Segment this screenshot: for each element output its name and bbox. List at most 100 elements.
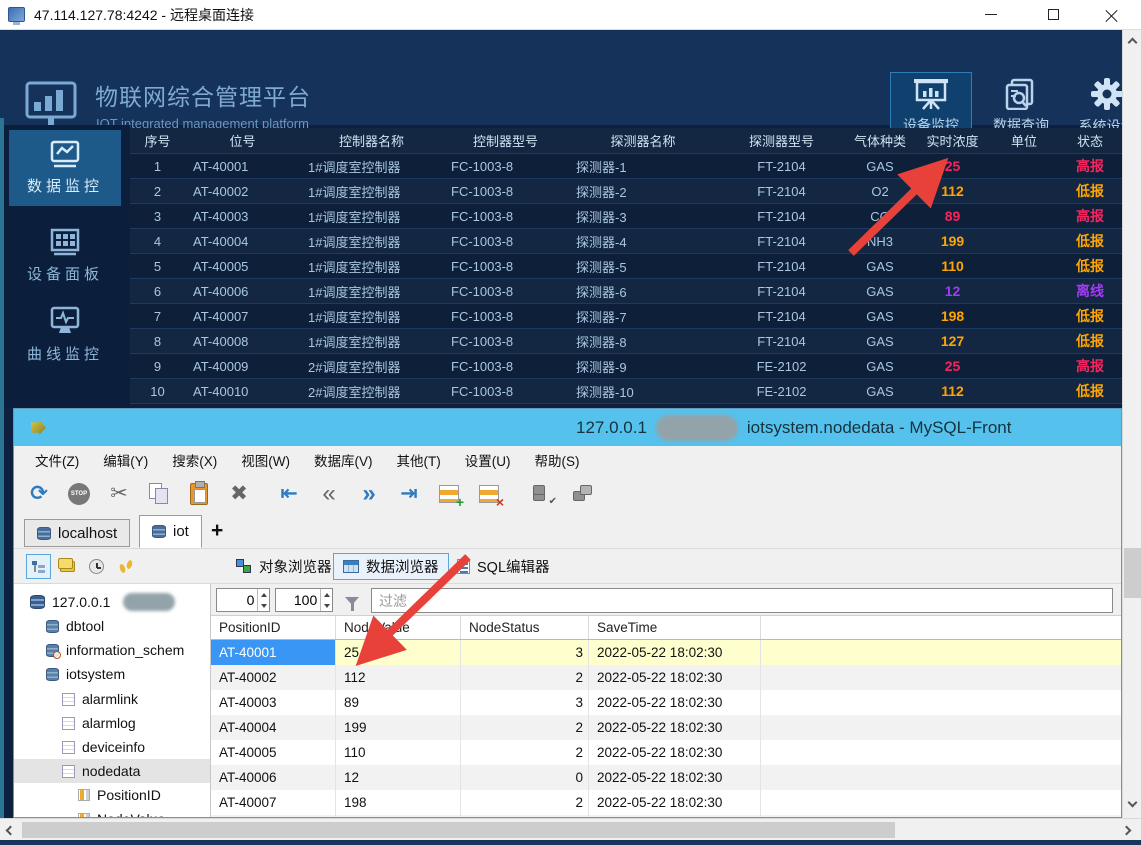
new-tab-button[interactable]: + bbox=[211, 519, 223, 543]
grid-cell-nodevalue[interactable]: 198 bbox=[336, 790, 461, 815]
grid-cell-nodevalue[interactable]: 89 bbox=[336, 690, 461, 715]
grid-cell-nodevalue[interactable]: 12 bbox=[336, 765, 461, 790]
cut-icon[interactable]: ✂ bbox=[106, 481, 132, 507]
table-row[interactable]: 8 AT-40008 1#调度室控制器 FC-1003-8 探测器-8 FT-2104 GA… bbox=[130, 329, 1122, 354]
menu-help[interactable]: 帮助(S) bbox=[523, 447, 590, 473]
first-record-icon[interactable]: ⇤ bbox=[276, 481, 302, 507]
last-record-icon[interactable]: ⇥ bbox=[396, 481, 422, 507]
maximize-button[interactable] bbox=[1033, 0, 1073, 29]
grid-cell-positionid[interactable]: AT-40003 bbox=[211, 690, 336, 715]
grid-col-header[interactable]: NodeStatus bbox=[461, 616, 589, 639]
tab-iot[interactable]: iot bbox=[139, 515, 202, 548]
scroll-left-button[interactable] bbox=[2, 822, 18, 838]
grid-cell-positionid[interactable]: AT-40002 bbox=[211, 665, 336, 690]
mysql-titlebar[interactable]: 127.0.0.1 iotsystem.nodedata - MySQL-Fro… bbox=[14, 409, 1121, 446]
tree-view-button[interactable] bbox=[26, 554, 51, 579]
grid-col-header[interactable]: NodeValue bbox=[336, 616, 461, 639]
table-row[interactable]: 4 AT-40004 1#调度室控制器 FC-1003-8 探测器-4 FT-2104 NH… bbox=[130, 229, 1122, 254]
post-changes-icon[interactable]: ✔ bbox=[530, 481, 557, 507]
horizontal-scrollbar[interactable] bbox=[0, 818, 1141, 840]
tree-item-deviceinfo[interactable]: deviceinfo bbox=[14, 735, 210, 759]
table-row[interactable]: 3 AT-40003 1#调度室控制器 FC-1003-8 探测器-3 FT-2104 CO… bbox=[130, 204, 1122, 229]
offset-input[interactable] bbox=[217, 589, 258, 611]
menu-database[interactable]: 数据库(V) bbox=[303, 447, 384, 473]
grid-row[interactable]: AT-40005 110 2 2022-05-22 18:02:30 bbox=[211, 740, 1121, 765]
sidebar-item-device-panel[interactable]: 设备面板 bbox=[9, 218, 121, 294]
grid-cell-savetime[interactable]: 2022-05-22 18:02:30 bbox=[589, 715, 761, 740]
insert-row-icon[interactable]: + bbox=[436, 481, 464, 509]
limit-spinner[interactable] bbox=[275, 588, 333, 612]
menu-other[interactable]: 其他(T) bbox=[385, 447, 451, 473]
tree-item-iotsystem[interactable]: iotsystem bbox=[14, 662, 210, 686]
grid-cell-nodevalue[interactable]: 112 bbox=[336, 665, 461, 690]
tab-object-browser[interactable]: 对象浏览器 bbox=[227, 553, 341, 580]
grid-cell-nodestatus[interactable]: 3 bbox=[461, 690, 589, 715]
tree-item-server[interactable]: 127.0.0.1 bbox=[14, 590, 210, 614]
menu-file[interactable]: 文件(Z) bbox=[24, 447, 90, 473]
table-row[interactable]: 6 AT-40006 1#调度室控制器 FC-1003-8 探测器-6 FT-2104 GA… bbox=[130, 279, 1122, 304]
grid-cell-savetime[interactable]: 2022-05-22 18:02:30 bbox=[589, 790, 761, 815]
scroll-down-button[interactable] bbox=[1124, 794, 1141, 810]
grid-cell-savetime[interactable]: 2022-05-22 18:02:30 bbox=[589, 690, 761, 715]
filter-input[interactable] bbox=[371, 588, 1113, 613]
table-row[interactable]: 7 AT-40007 1#调度室控制器 FC-1003-8 探测器-7 FT-2104 GA… bbox=[130, 304, 1122, 329]
grid-cell-positionid[interactable]: AT-40006 bbox=[211, 765, 336, 790]
grid-cell-positionid[interactable]: AT-40007 bbox=[211, 790, 336, 815]
grid-cell-positionid[interactable]: AT-40005 bbox=[211, 740, 336, 765]
grid-row[interactable]: AT-40006 12 0 2022-05-22 18:02:30 bbox=[211, 765, 1121, 790]
grid-row[interactable]: AT-40004 199 2 2022-05-22 18:02:30 bbox=[211, 715, 1121, 740]
tab-data-browser[interactable]: 数据浏览器 bbox=[333, 553, 449, 580]
grid-cell-savetime[interactable]: 2022-05-22 18:02:30 bbox=[589, 740, 761, 765]
grid-cell-nodestatus[interactable]: 2 bbox=[461, 740, 589, 765]
delete-row-icon[interactable]: × bbox=[476, 481, 504, 509]
table-row[interactable]: 9 AT-40009 2#调度室控制器 FC-1003-8 探测器-9 FE-2102 GA… bbox=[130, 354, 1122, 379]
spin-up-icon[interactable] bbox=[258, 589, 269, 600]
prev-record-icon[interactable]: « bbox=[316, 481, 342, 507]
menu-settings[interactable]: 设置(U) bbox=[454, 447, 522, 473]
cancel-changes-icon[interactable] bbox=[570, 481, 596, 507]
grid-cell-nodevalue[interactable]: 199 bbox=[336, 715, 461, 740]
tree-item-positionid[interactable]: PositionID bbox=[14, 783, 210, 807]
grid-row[interactable]: AT-40002 112 2 2022-05-22 18:02:30 bbox=[211, 665, 1121, 690]
close-button[interactable] bbox=[1091, 0, 1131, 29]
grid-cell-nodestatus[interactable]: 2 bbox=[461, 790, 589, 815]
menu-search[interactable]: 搜索(X) bbox=[161, 447, 228, 473]
delete-icon[interactable]: ✖ bbox=[226, 481, 252, 507]
history-button[interactable] bbox=[84, 554, 109, 579]
tree-item-nodedata[interactable]: nodedata bbox=[14, 759, 210, 783]
tree-item-nodevalue[interactable]: NodeValue bbox=[14, 807, 210, 817]
limit-input[interactable] bbox=[276, 589, 321, 611]
grid-cell-nodevalue[interactable]: 25 bbox=[336, 640, 461, 665]
menu-edit[interactable]: 编辑(Y) bbox=[92, 447, 159, 473]
grid-col-header[interactable]: PositionID bbox=[211, 616, 336, 639]
vertical-scroll-thumb[interactable] bbox=[1124, 548, 1141, 598]
tree-item-alarmlog[interactable]: alarmlog bbox=[14, 711, 210, 735]
grid-row[interactable]: AT-40007 198 2 2022-05-22 18:02:30 bbox=[211, 790, 1121, 815]
grid-cell-savetime[interactable]: 2022-05-22 18:02:30 bbox=[589, 765, 761, 790]
grid-cell-savetime[interactable]: 2022-05-22 18:02:30 bbox=[589, 665, 761, 690]
tree-item-dbtool[interactable]: dbtool bbox=[14, 614, 210, 638]
grid-cell-positionid[interactable]: AT-40001 bbox=[211, 640, 336, 665]
grid-cell-positionid[interactable]: AT-40004 bbox=[211, 715, 336, 740]
grid-col-header[interactable]: SaveTime bbox=[589, 616, 761, 639]
vertical-scrollbar[interactable] bbox=[1122, 30, 1141, 818]
spin-down-icon[interactable] bbox=[258, 600, 269, 611]
grid-row[interactable]: AT-40001 25 3 2022-05-22 18:02:30 bbox=[211, 640, 1121, 665]
offset-spinner[interactable] bbox=[216, 588, 270, 612]
spin-up-icon[interactable] bbox=[321, 589, 332, 600]
tree-item-information-schema[interactable]: information_schem bbox=[14, 638, 210, 662]
table-row[interactable]: 10 AT-40010 2#调度室控制器 FC-1003-8 探测器-10 FE-2102… bbox=[130, 379, 1122, 404]
grid-cell-nodestatus[interactable]: 2 bbox=[461, 715, 589, 740]
table-row[interactable]: 5 AT-40005 1#调度室控制器 FC-1003-8 探测器-5 FT-2104 GA… bbox=[130, 254, 1122, 279]
grid-cell-nodevalue[interactable]: 110 bbox=[336, 740, 461, 765]
grid-row[interactable]: AT-40003 89 3 2022-05-22 18:02:30 bbox=[211, 690, 1121, 715]
grid-cell-nodestatus[interactable]: 2 bbox=[461, 665, 589, 690]
tree-item-alarmlink[interactable]: alarmlink bbox=[14, 687, 210, 711]
bookmarks-button[interactable] bbox=[113, 554, 138, 579]
tab-sql-editor[interactable]: SQL编辑器 bbox=[448, 553, 559, 580]
minimize-button[interactable] bbox=[971, 0, 1011, 29]
table-row[interactable]: 2 AT-40002 1#调度室控制器 FC-1003-8 探测器-2 FT-2104 O2… bbox=[130, 179, 1122, 204]
filter-button[interactable] bbox=[338, 588, 366, 613]
grid-cell-savetime[interactable]: 2022-05-22 18:02:30 bbox=[589, 640, 761, 665]
copy-icon[interactable] bbox=[146, 481, 172, 507]
